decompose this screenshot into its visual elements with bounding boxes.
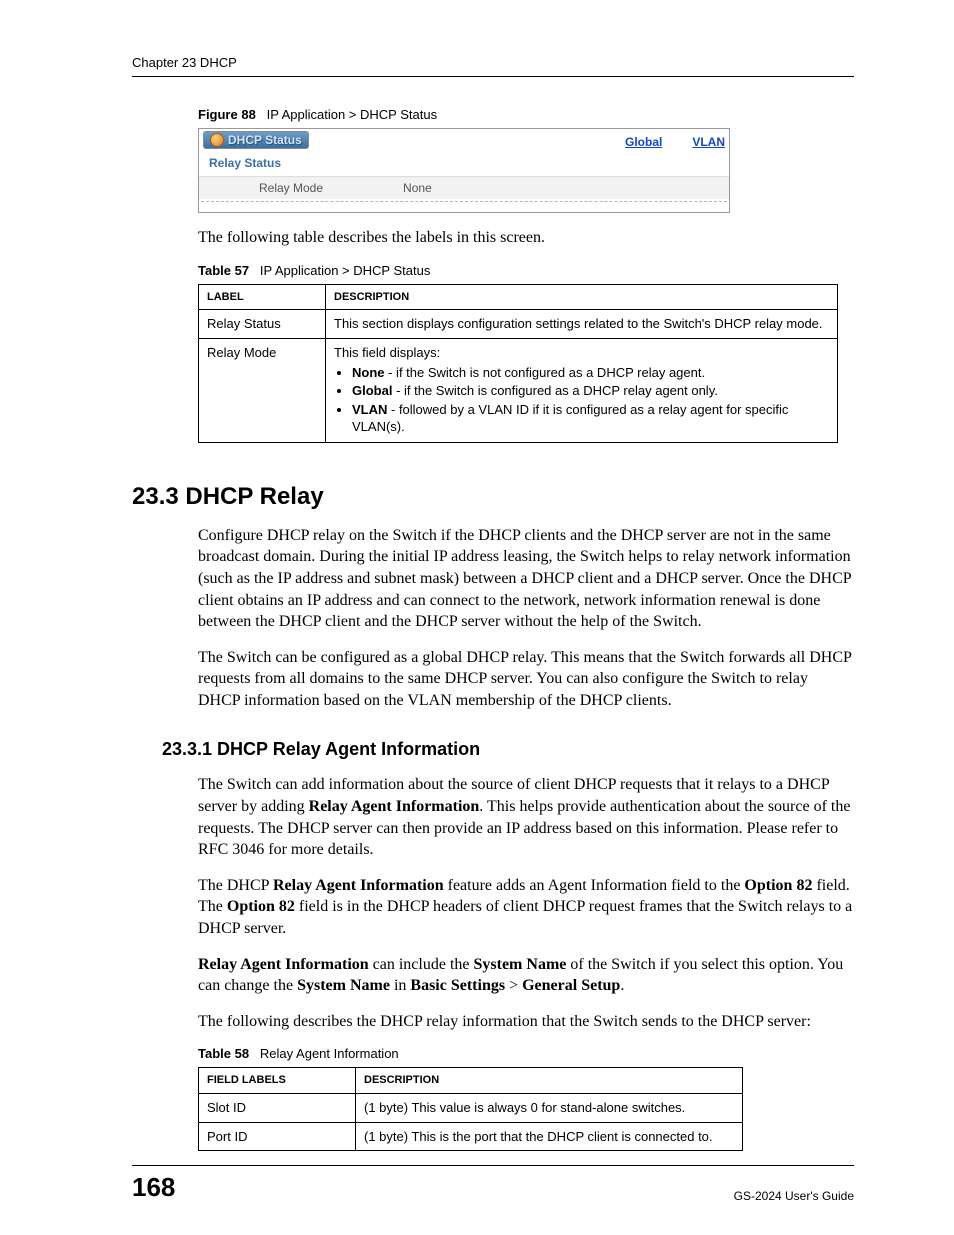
section-23-3-1-heading: 23.3.1 DHCP Relay Agent Information <box>162 739 854 760</box>
screenshot-tab: DHCP Status <box>203 131 309 149</box>
bullet-bold: VLAN <box>352 402 387 417</box>
list-item: None - if the Switch is not configured a… <box>352 364 829 382</box>
screenshot-row-value: None <box>403 181 432 195</box>
screenshot-tab-title: DHCP Status <box>228 133 302 147</box>
table58-number: Table 58 <box>198 1046 249 1061</box>
bullet-bold: None <box>352 365 385 380</box>
table58-head-label: FIELD LABELS <box>199 1068 356 1094</box>
cell-desc: (1 byte) This is the port that the DHCP … <box>356 1122 743 1151</box>
guide-name: GS-2024 User's Guide <box>734 1189 854 1203</box>
table-row: Slot ID (1 byte) This value is always 0 … <box>199 1094 743 1123</box>
page-footer: 168 GS-2024 User's Guide <box>132 1165 854 1203</box>
cell-label: Relay Status <box>199 310 326 339</box>
cell-label: Relay Mode <box>199 338 326 442</box>
screenshot-row-label: Relay Mode <box>259 181 323 195</box>
link-global[interactable]: Global <box>625 135 662 149</box>
paragraph: The DHCP Relay Agent Information feature… <box>198 875 854 940</box>
table58-head-desc: DESCRIPTION <box>356 1068 743 1094</box>
intro-text: The following table describes the labels… <box>198 227 854 249</box>
relay-mode-intro: This field displays: <box>334 345 440 360</box>
list-item: Global - if the Switch is configured as … <box>352 382 829 400</box>
text-bold: Option 82 <box>744 877 812 894</box>
paragraph: The Switch can be configured as a global… <box>198 647 854 712</box>
table-row: Port ID (1 byte) This is the port that t… <box>199 1122 743 1151</box>
screenshot-row: Relay Mode None <box>199 176 729 199</box>
text-bold: General Setup <box>522 977 620 994</box>
text: field is in the DHCP headers of client D… <box>198 898 852 937</box>
screenshot-dhcp-status: DHCP Status Relay Status Global VLAN Rel… <box>198 128 730 213</box>
paragraph: The Switch can add information about the… <box>198 774 854 860</box>
text-bold: System Name <box>297 977 390 994</box>
figure-number: Figure 88 <box>198 107 256 122</box>
table57-title: IP Application > DHCP Status <box>260 263 430 278</box>
text-bold: Basic Settings <box>410 977 505 994</box>
text-bold: Relay Agent Information <box>309 798 480 815</box>
table58: FIELD LABELS DESCRIPTION Slot ID (1 byte… <box>198 1067 743 1151</box>
table57-head-label: LABEL <box>199 284 326 310</box>
chapter-header: Chapter 23 DHCP <box>132 55 854 70</box>
text-bold: System Name <box>474 956 567 973</box>
table57-caption: Table 57 IP Application > DHCP Status <box>198 263 854 278</box>
table58-caption: Table 58 Relay Agent Information <box>198 1046 854 1061</box>
text: The DHCP <box>198 877 273 894</box>
page-number: 168 <box>132 1172 175 1203</box>
cell-desc: (1 byte) This value is always 0 for stan… <box>356 1094 743 1123</box>
table57: LABEL DESCRIPTION Relay Status This sect… <box>198 284 838 443</box>
bullet-bold: Global <box>352 383 392 398</box>
screenshot-divider <box>201 201 727 202</box>
paragraph: Configure DHCP relay on the Switch if th… <box>198 525 854 633</box>
paragraph: Relay Agent Information can include the … <box>198 954 854 997</box>
text: can include the <box>369 956 474 973</box>
table57-head-desc: DESCRIPTION <box>326 284 838 310</box>
table-row: Relay Status This section displays confi… <box>199 310 838 339</box>
text-bold: Relay Agent Information <box>198 956 369 973</box>
table57-number: Table 57 <box>198 263 249 278</box>
list-item: VLAN - followed by a VLAN ID if it is co… <box>352 401 829 436</box>
screenshot-section-label: Relay Status <box>209 156 309 170</box>
bullet-text: - if the Switch is not configured as a D… <box>385 365 706 380</box>
bullet-text: - if the Switch is configured as a DHCP … <box>392 383 717 398</box>
paragraph: The following describes the DHCP relay i… <box>198 1011 854 1033</box>
text: feature adds an Agent Information field … <box>444 877 745 894</box>
bullet-text: - followed by a VLAN ID if it is configu… <box>352 402 788 435</box>
link-vlan[interactable]: VLAN <box>692 135 725 149</box>
cell-desc: This field displays: None - if the Switc… <box>326 338 838 442</box>
orb-icon <box>210 133 224 147</box>
table58-title: Relay Agent Information <box>260 1046 399 1061</box>
text-bold: Relay Agent Information <box>273 877 444 894</box>
footer-rule <box>132 1165 854 1166</box>
section-23-3-heading: 23.3 DHCP Relay <box>132 483 854 511</box>
text-bold: Option 82 <box>227 898 295 915</box>
figure-title: IP Application > DHCP Status <box>267 107 437 122</box>
header-rule <box>132 76 854 77</box>
text: . <box>620 977 624 994</box>
cell-desc: This section displays configuration sett… <box>326 310 838 339</box>
figure-caption: Figure 88 IP Application > DHCP Status <box>198 107 854 122</box>
text: > <box>505 977 522 994</box>
table-row: Relay Mode This field displays: None - i… <box>199 338 838 442</box>
cell-label: Port ID <box>199 1122 356 1151</box>
cell-label: Slot ID <box>199 1094 356 1123</box>
text: in <box>390 977 410 994</box>
